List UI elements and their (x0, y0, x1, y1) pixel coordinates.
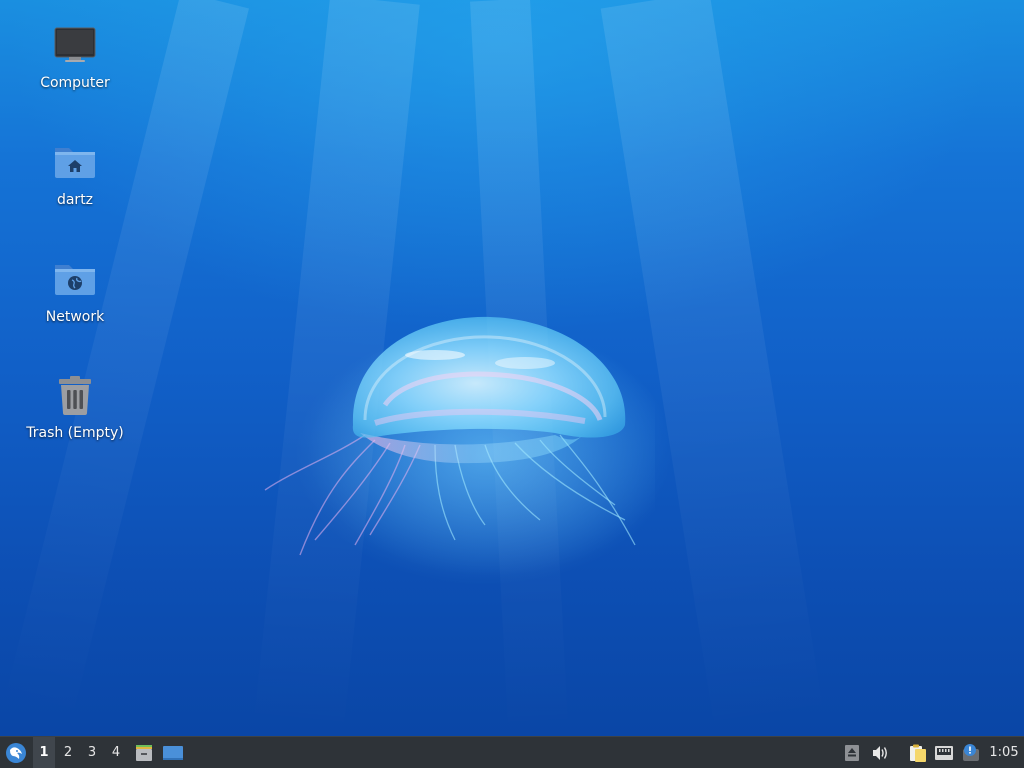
volume-icon (873, 745, 887, 760)
notifications-button[interactable] (959, 737, 983, 768)
show-desktop-icon (163, 745, 183, 760)
jellyfish-wallpaper-image (264, 316, 655, 585)
file-manager-icon (136, 744, 152, 761)
removable-media-button[interactable] (841, 737, 863, 768)
light-ray (2, 0, 249, 723)
show-desktop-button[interactable] (160, 737, 186, 768)
desktop-icon-home-folder[interactable]: dartz (15, 139, 135, 209)
desktop-icon-network[interactable]: Network (15, 256, 135, 326)
workspace-3-button[interactable]: 3 (81, 737, 103, 768)
workspace-2-button[interactable]: 2 (57, 737, 79, 768)
clipboard-manager-button[interactable] (905, 737, 929, 768)
desktop-icon-label: Computer (40, 75, 110, 91)
clipboard-icon (910, 744, 926, 762)
clock[interactable]: 1:05 (984, 737, 1024, 768)
desktop-icon-label: dartz (56, 192, 94, 208)
workspace-1-button[interactable]: 1 (33, 737, 55, 768)
network-wired-icon (935, 745, 953, 760)
desktop-icon-computer[interactable]: Computer (15, 22, 135, 92)
home-folder-icon (55, 148, 95, 178)
whisker-menu-button[interactable] (2, 737, 30, 768)
file-manager-launcher[interactable] (132, 737, 156, 768)
taskbar: 1 2 3 4 1:05 (0, 736, 1024, 768)
network-folder-icon (55, 265, 95, 295)
volume-button[interactable] (868, 737, 892, 768)
desktop-icon-label: Network (45, 309, 105, 325)
desktop-icon-label: Trash (Empty) (26, 425, 124, 441)
notification-icon (963, 743, 979, 761)
desktop[interactable]: Computer dartz Network Trash (Empty) (0, 0, 1024, 736)
computer-icon (54, 27, 96, 62)
workspace-4-button[interactable]: 4 (105, 737, 127, 768)
desktop-icon-trash[interactable]: Trash (Empty) (15, 372, 135, 442)
trash-icon (59, 376, 91, 415)
whisker-menu-icon (6, 742, 26, 763)
network-status-button[interactable] (932, 737, 956, 768)
eject-icon (845, 744, 859, 761)
